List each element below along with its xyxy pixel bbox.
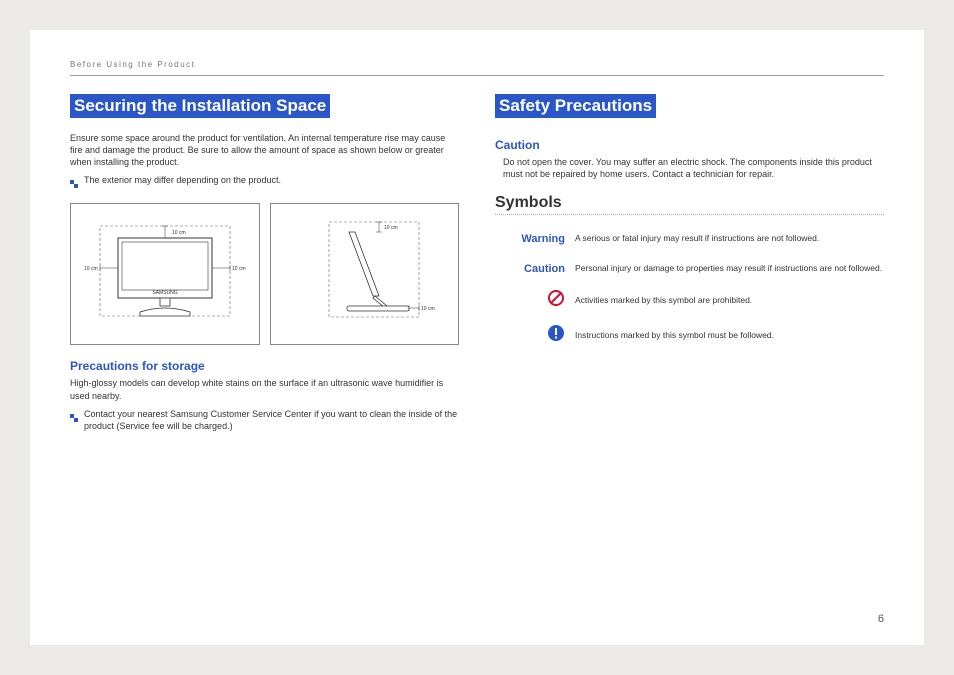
caution-text: Do not open the cover. You may suffer an… — [495, 156, 884, 180]
dim-top-label: 10 cm — [172, 230, 186, 236]
prohibited-icon — [547, 294, 565, 311]
mandatory-text: Instructions marked by this symbol must … — [575, 318, 884, 353]
dotted-divider — [495, 214, 884, 215]
caution-label: Caution — [524, 263, 565, 275]
bullet-arrow-icon — [70, 175, 78, 193]
right-column: Safety Precautions Caution Do not open t… — [495, 94, 884, 442]
bullet-item: The exterior may differ depending on the… — [70, 174, 459, 193]
dim-right-label: 10 cm — [232, 266, 246, 272]
diagram-row: SAMSUNG 10 cm 10 cm — [70, 203, 459, 345]
mandatory-icon — [547, 329, 565, 346]
prohibited-text: Activities marked by this symbol are pro… — [575, 283, 884, 318]
caution-row-text: Personal injury or damage to properties … — [575, 253, 884, 283]
symbols-heading: Symbols — [495, 194, 884, 212]
symbol-row-mandatory: Instructions marked by this symbol must … — [495, 318, 884, 353]
bullet-text: Contact your nearest Samsung Customer Se… — [84, 408, 459, 432]
diagram-front-view: SAMSUNG 10 cm 10 cm — [70, 203, 260, 345]
svg-text:SAMSUNG: SAMSUNG — [152, 290, 177, 296]
warning-label: Warning — [521, 233, 565, 245]
symbols-table: Warning A serious or fatal injury may re… — [495, 223, 884, 353]
section-heading-safety: Safety Precautions — [495, 94, 656, 118]
two-column-layout: Securing the Installation Space Ensure s… — [70, 94, 884, 442]
warning-text: A serious or fatal injury may result if … — [575, 223, 884, 253]
section-heading-installation: Securing the Installation Space — [70, 94, 330, 118]
symbol-row-warning: Warning A serious or fatal injury may re… — [495, 223, 884, 253]
running-header: Before Using the Product — [70, 60, 884, 76]
page-number: 6 — [878, 613, 884, 625]
bullet-text: The exterior may differ depending on the… — [84, 174, 281, 193]
page: Before Using the Product Securing the In… — [30, 30, 924, 645]
dim-side-top-label: 10 cm — [384, 225, 398, 231]
symbol-row-caution: Caution Personal injury or damage to pro… — [495, 253, 884, 283]
bullet-item: Contact your nearest Samsung Customer Se… — [70, 408, 459, 432]
storage-text: High-glossy models can develop white sta… — [70, 377, 459, 401]
dim-left-label: 10 cm — [84, 266, 98, 272]
dim-side-bottom-label: 10 cm — [421, 306, 435, 312]
bullet-arrow-icon — [70, 409, 78, 432]
caution-heading: Caution — [495, 138, 884, 152]
intro-paragraph: Ensure some space around the product for… — [70, 132, 459, 168]
storage-heading: Precautions for storage — [70, 359, 459, 373]
symbol-row-prohibited: Activities marked by this symbol are pro… — [495, 283, 884, 318]
diagram-side-view: 10 cm 10 cm — [270, 203, 460, 345]
left-column: Securing the Installation Space Ensure s… — [70, 94, 459, 442]
